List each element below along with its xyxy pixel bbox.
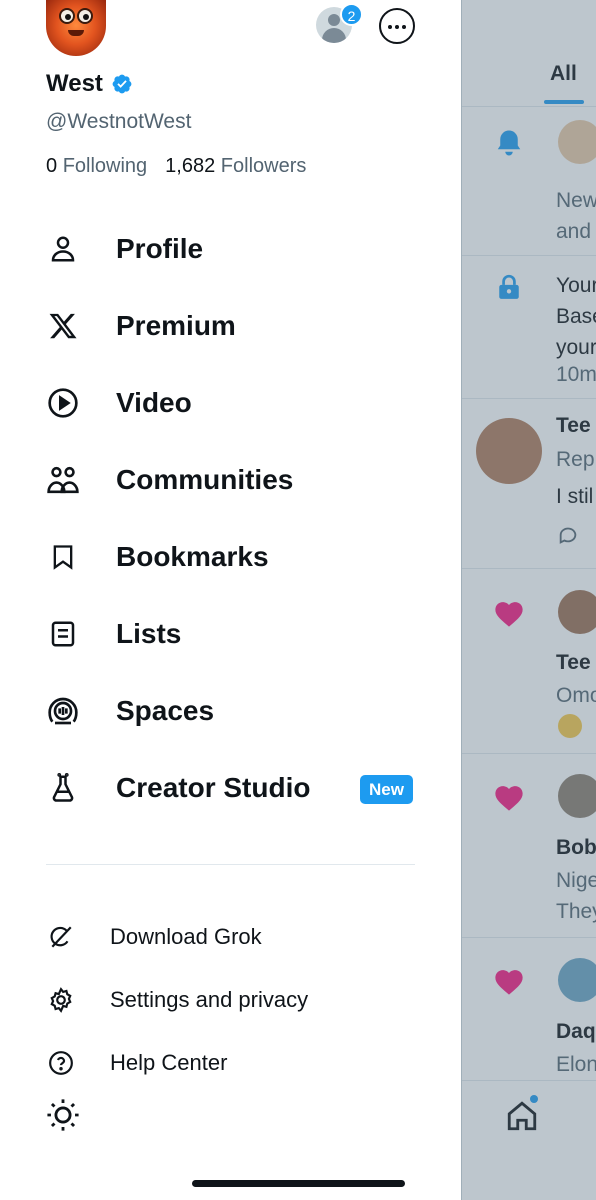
menu-item-bookmarks[interactable]: Bookmarks — [46, 532, 426, 582]
bookmark-icon — [46, 540, 80, 574]
avatar[interactable] — [46, 0, 106, 56]
x-logo-icon — [46, 309, 80, 343]
followers-link[interactable]: 1,682 Followers — [165, 155, 306, 177]
menu-item-label: Download Grok — [110, 924, 262, 949]
menu-item-label: Bookmarks — [116, 541, 269, 572]
menu-item-video[interactable]: Video — [46, 378, 426, 428]
side-drawer: 2 West @WestnotWest 0 Following 1,682 Fol… — [0, 0, 461, 1200]
grok-icon — [46, 922, 76, 952]
gear-icon — [46, 985, 76, 1015]
menu-divider — [46, 864, 415, 865]
followers-count: 1,682 — [165, 155, 216, 177]
menu-item-label: Video — [116, 387, 192, 418]
verified-badge-icon — [112, 74, 132, 94]
following-link[interactable]: 0 Following — [46, 155, 147, 177]
account-count-badge: 2 — [340, 3, 363, 26]
menu-item-creator-studio[interactable]: Creator Studio New — [46, 763, 426, 813]
menu-item-help-center[interactable]: Help Center — [46, 1043, 416, 1083]
menu-item-spaces[interactable]: Spaces — [46, 686, 426, 736]
drawer-overlay[interactable] — [461, 0, 596, 1200]
menu-item-communities[interactable]: Communities — [46, 455, 426, 505]
menu-item-label: Profile — [116, 233, 204, 264]
menu-item-lists[interactable]: Lists — [46, 609, 426, 659]
menu-item-label: Premium — [116, 310, 236, 341]
menu-item-settings[interactable]: Settings and privacy — [46, 980, 416, 1020]
communities-icon — [46, 463, 80, 497]
menu-item-label: Creator Studio — [116, 772, 311, 803]
new-badge: New — [360, 775, 413, 804]
more-options-icon[interactable] — [379, 8, 415, 44]
flask-icon — [46, 771, 80, 805]
following-count: 0 — [46, 155, 58, 177]
menu-item-profile[interactable]: Profile — [46, 224, 426, 274]
list-icon — [46, 617, 80, 651]
home-indicator — [192, 1180, 405, 1187]
menu-item-download-grok[interactable]: Download Grok — [46, 917, 416, 957]
spaces-icon — [46, 694, 80, 728]
menu-item-label: Lists — [116, 618, 182, 649]
menu-item-label: Help Center — [110, 1050, 228, 1075]
menu-item-label: Spaces — [116, 695, 215, 726]
person-icon — [46, 232, 80, 266]
menu-item-premium[interactable]: Premium — [46, 301, 426, 351]
follow-stats: 0 Following 1,682 Followers — [46, 155, 306, 178]
profile-name: West — [46, 70, 103, 97]
help-icon — [46, 1048, 76, 1078]
menu-item-label: Settings and privacy — [110, 987, 309, 1012]
sun-icon[interactable] — [46, 1098, 80, 1132]
profile-name-row[interactable]: West — [46, 70, 133, 98]
following-label: Following — [62, 155, 148, 177]
menu-item-label: Communities — [116, 464, 294, 495]
profile-handle: @WestnotWest — [46, 110, 192, 133]
play-circle-icon — [46, 386, 80, 420]
followers-label: Followers — [220, 155, 307, 177]
